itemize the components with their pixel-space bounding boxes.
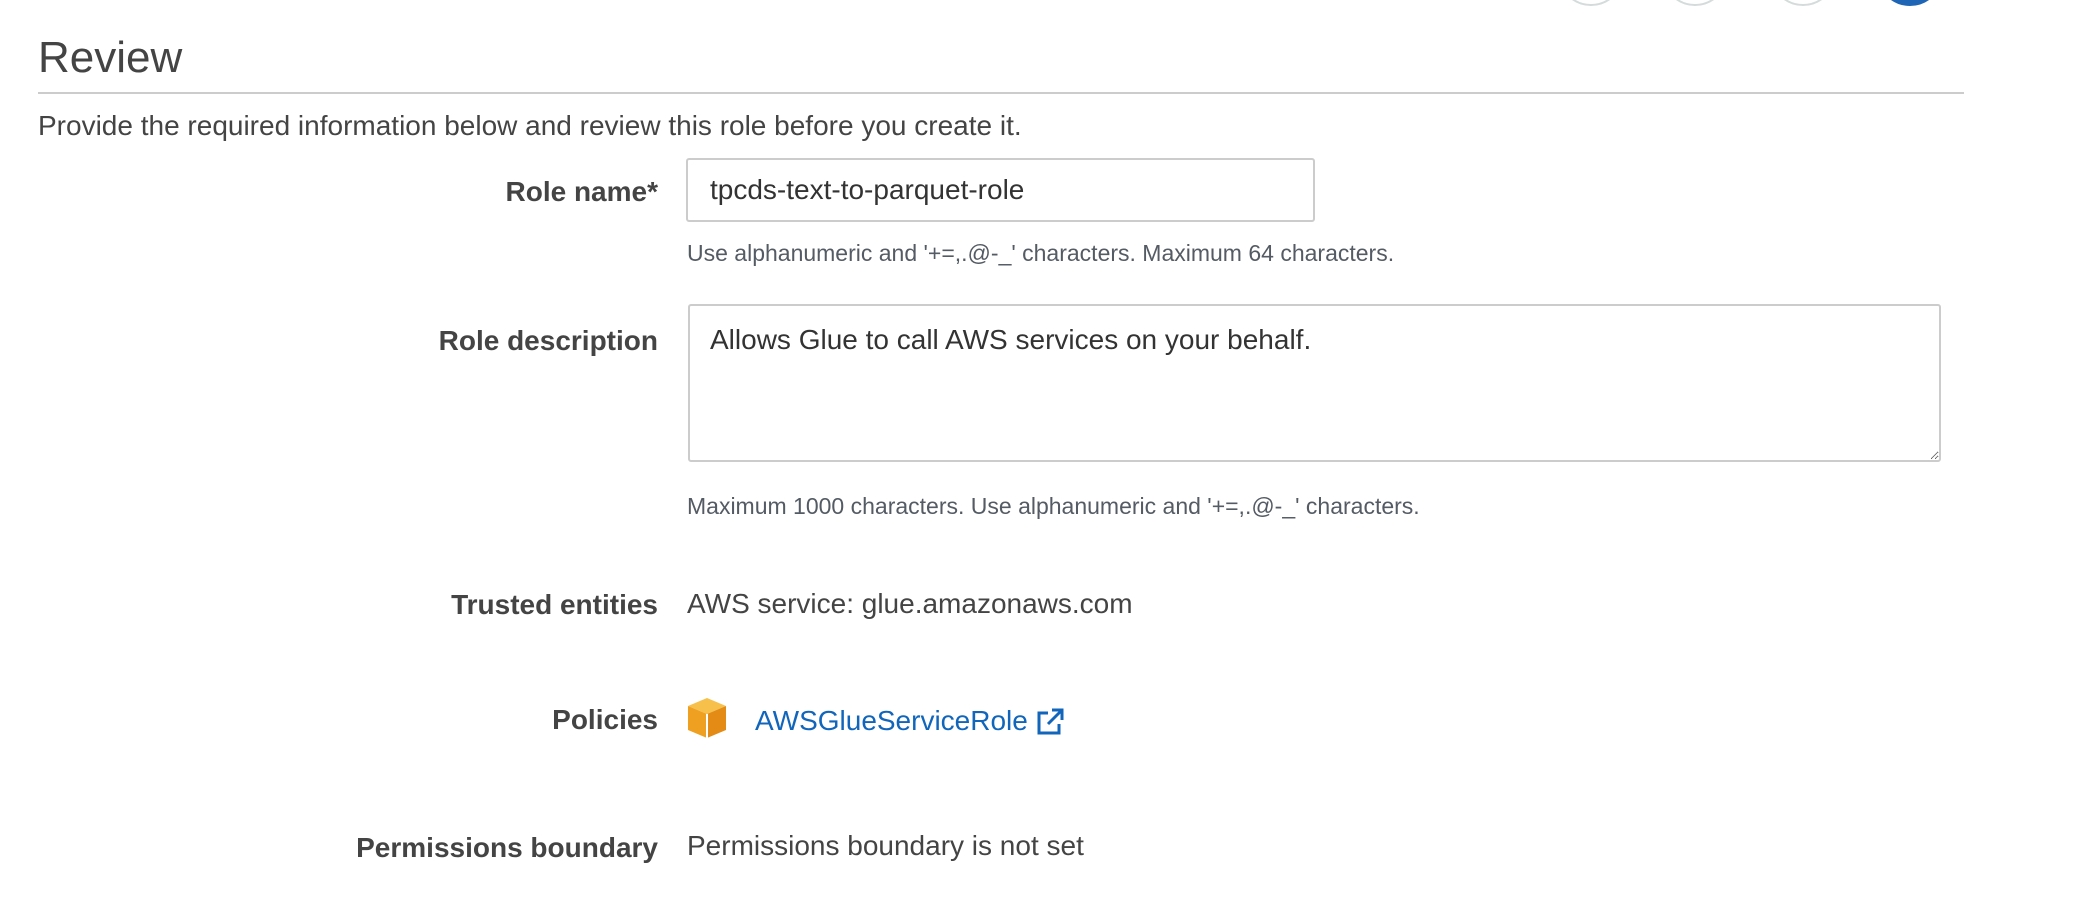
external-link-icon[interactable] [1034, 706, 1066, 738]
trusted-entities-value: AWS service: glue.amazonaws.com [687, 588, 1133, 619]
title-divider [38, 92, 1964, 94]
role-description-textarea[interactable]: Allows Glue to call AWS services on your… [688, 304, 1941, 462]
permissions-boundary-value: Permissions boundary is not set [687, 830, 1084, 861]
intro-text: Provide the required information below a… [38, 110, 1022, 141]
role-name-hint: Use alphanumeric and '+=,.@-_' character… [687, 240, 1395, 266]
role-name-input[interactable] [686, 158, 1315, 222]
wizard-step-3[interactable] [1770, 0, 1836, 6]
page-title: Review [38, 33, 183, 82]
trusted-entities-label: Trusted entities [451, 589, 658, 620]
wizard-step-2[interactable] [1662, 0, 1728, 6]
policy-link-awsglueservicerole[interactable]: AWSGlueServiceRole [755, 703, 1028, 739]
role-description-label: Role description [438, 325, 658, 356]
policies-label: Policies [552, 704, 658, 735]
wizard-step-1[interactable] [1558, 0, 1624, 6]
policy-box-icon [688, 698, 726, 738]
wizard-step-4-current [1877, 0, 1943, 6]
role-description-hint: Maximum 1000 characters. Use alphanumeri… [687, 493, 1420, 519]
role-name-label: Role name* [505, 176, 659, 207]
permissions-boundary-label: Permissions boundary [356, 832, 658, 863]
